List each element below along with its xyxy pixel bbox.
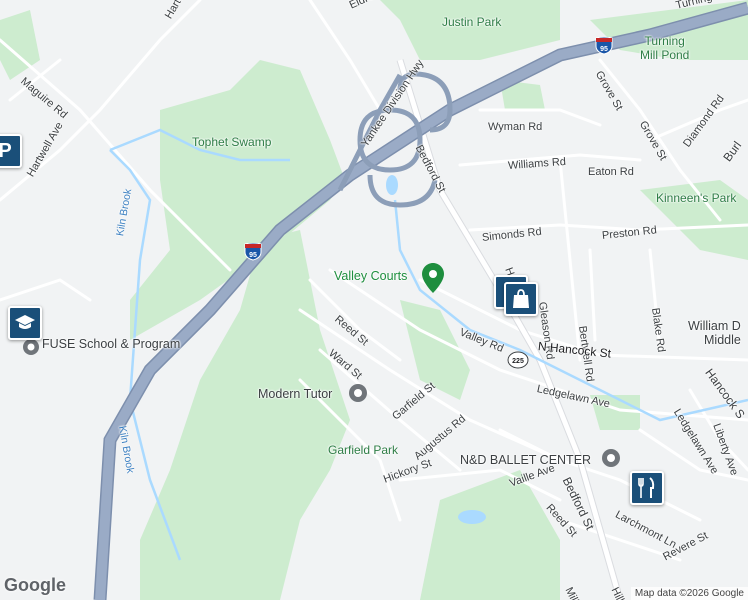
route-shield-icon: 225 <box>507 351 529 369</box>
map-base-layer <box>0 0 748 600</box>
google-logo-text: Google <box>4 575 66 595</box>
poi-label-valley-courts[interactable]: Valley Courts <box>334 270 407 283</box>
svg-text:95: 95 <box>600 46 608 53</box>
park-label-turning-mill: Turning Mill Pond <box>640 34 690 62</box>
svg-text:95: 95 <box>249 252 257 259</box>
svg-text:225: 225 <box>512 358 524 365</box>
restaurant-icon[interactable] <box>630 471 664 505</box>
poi-label-fuse[interactable]: FUSE School & Program <box>42 338 180 351</box>
pond <box>458 510 486 524</box>
place-pin-icon[interactable] <box>601 448 621 472</box>
park-label-garfield: Garfield Park <box>328 443 399 457</box>
park-pin-icon[interactable] <box>422 263 444 293</box>
google-logo: Google <box>4 575 66 596</box>
park-label-justin: Justin Park <box>442 15 502 29</box>
poi-label-modern-tutor[interactable]: Modern Tutor <box>258 388 332 401</box>
map-attribution[interactable]: Map data ©2026 Google <box>630 587 748 600</box>
interstate-shield-icon: 95 <box>595 37 613 55</box>
school-icon[interactable] <box>8 306 42 340</box>
poi-label-william[interactable]: William D <box>688 320 741 333</box>
shopping-bag-icon[interactable] <box>504 282 538 316</box>
road-label-wyman: Wyman Rd <box>488 121 543 133</box>
interstate-shield-icon: 95 <box>244 243 262 261</box>
road-label-eaton: Eaton Rd <box>588 166 634 178</box>
map-canvas[interactable]: Eldred St Hartwell Maguire Rd Hartwell A… <box>0 0 748 600</box>
poi-label-middle[interactable]: Middle <box>704 334 741 347</box>
place-pin-icon[interactable] <box>348 383 368 407</box>
poi-label-nd-ballet[interactable]: N&D BALLET CENTER <box>460 454 591 467</box>
park-label-kinneen: Kinneen's Park <box>656 191 737 205</box>
parking-icon[interactable]: P <box>0 134 22 168</box>
park-label-tophet: Tophet Swamp <box>192 135 272 149</box>
place-pin-icon[interactable] <box>22 338 40 356</box>
pond-small <box>386 175 398 195</box>
